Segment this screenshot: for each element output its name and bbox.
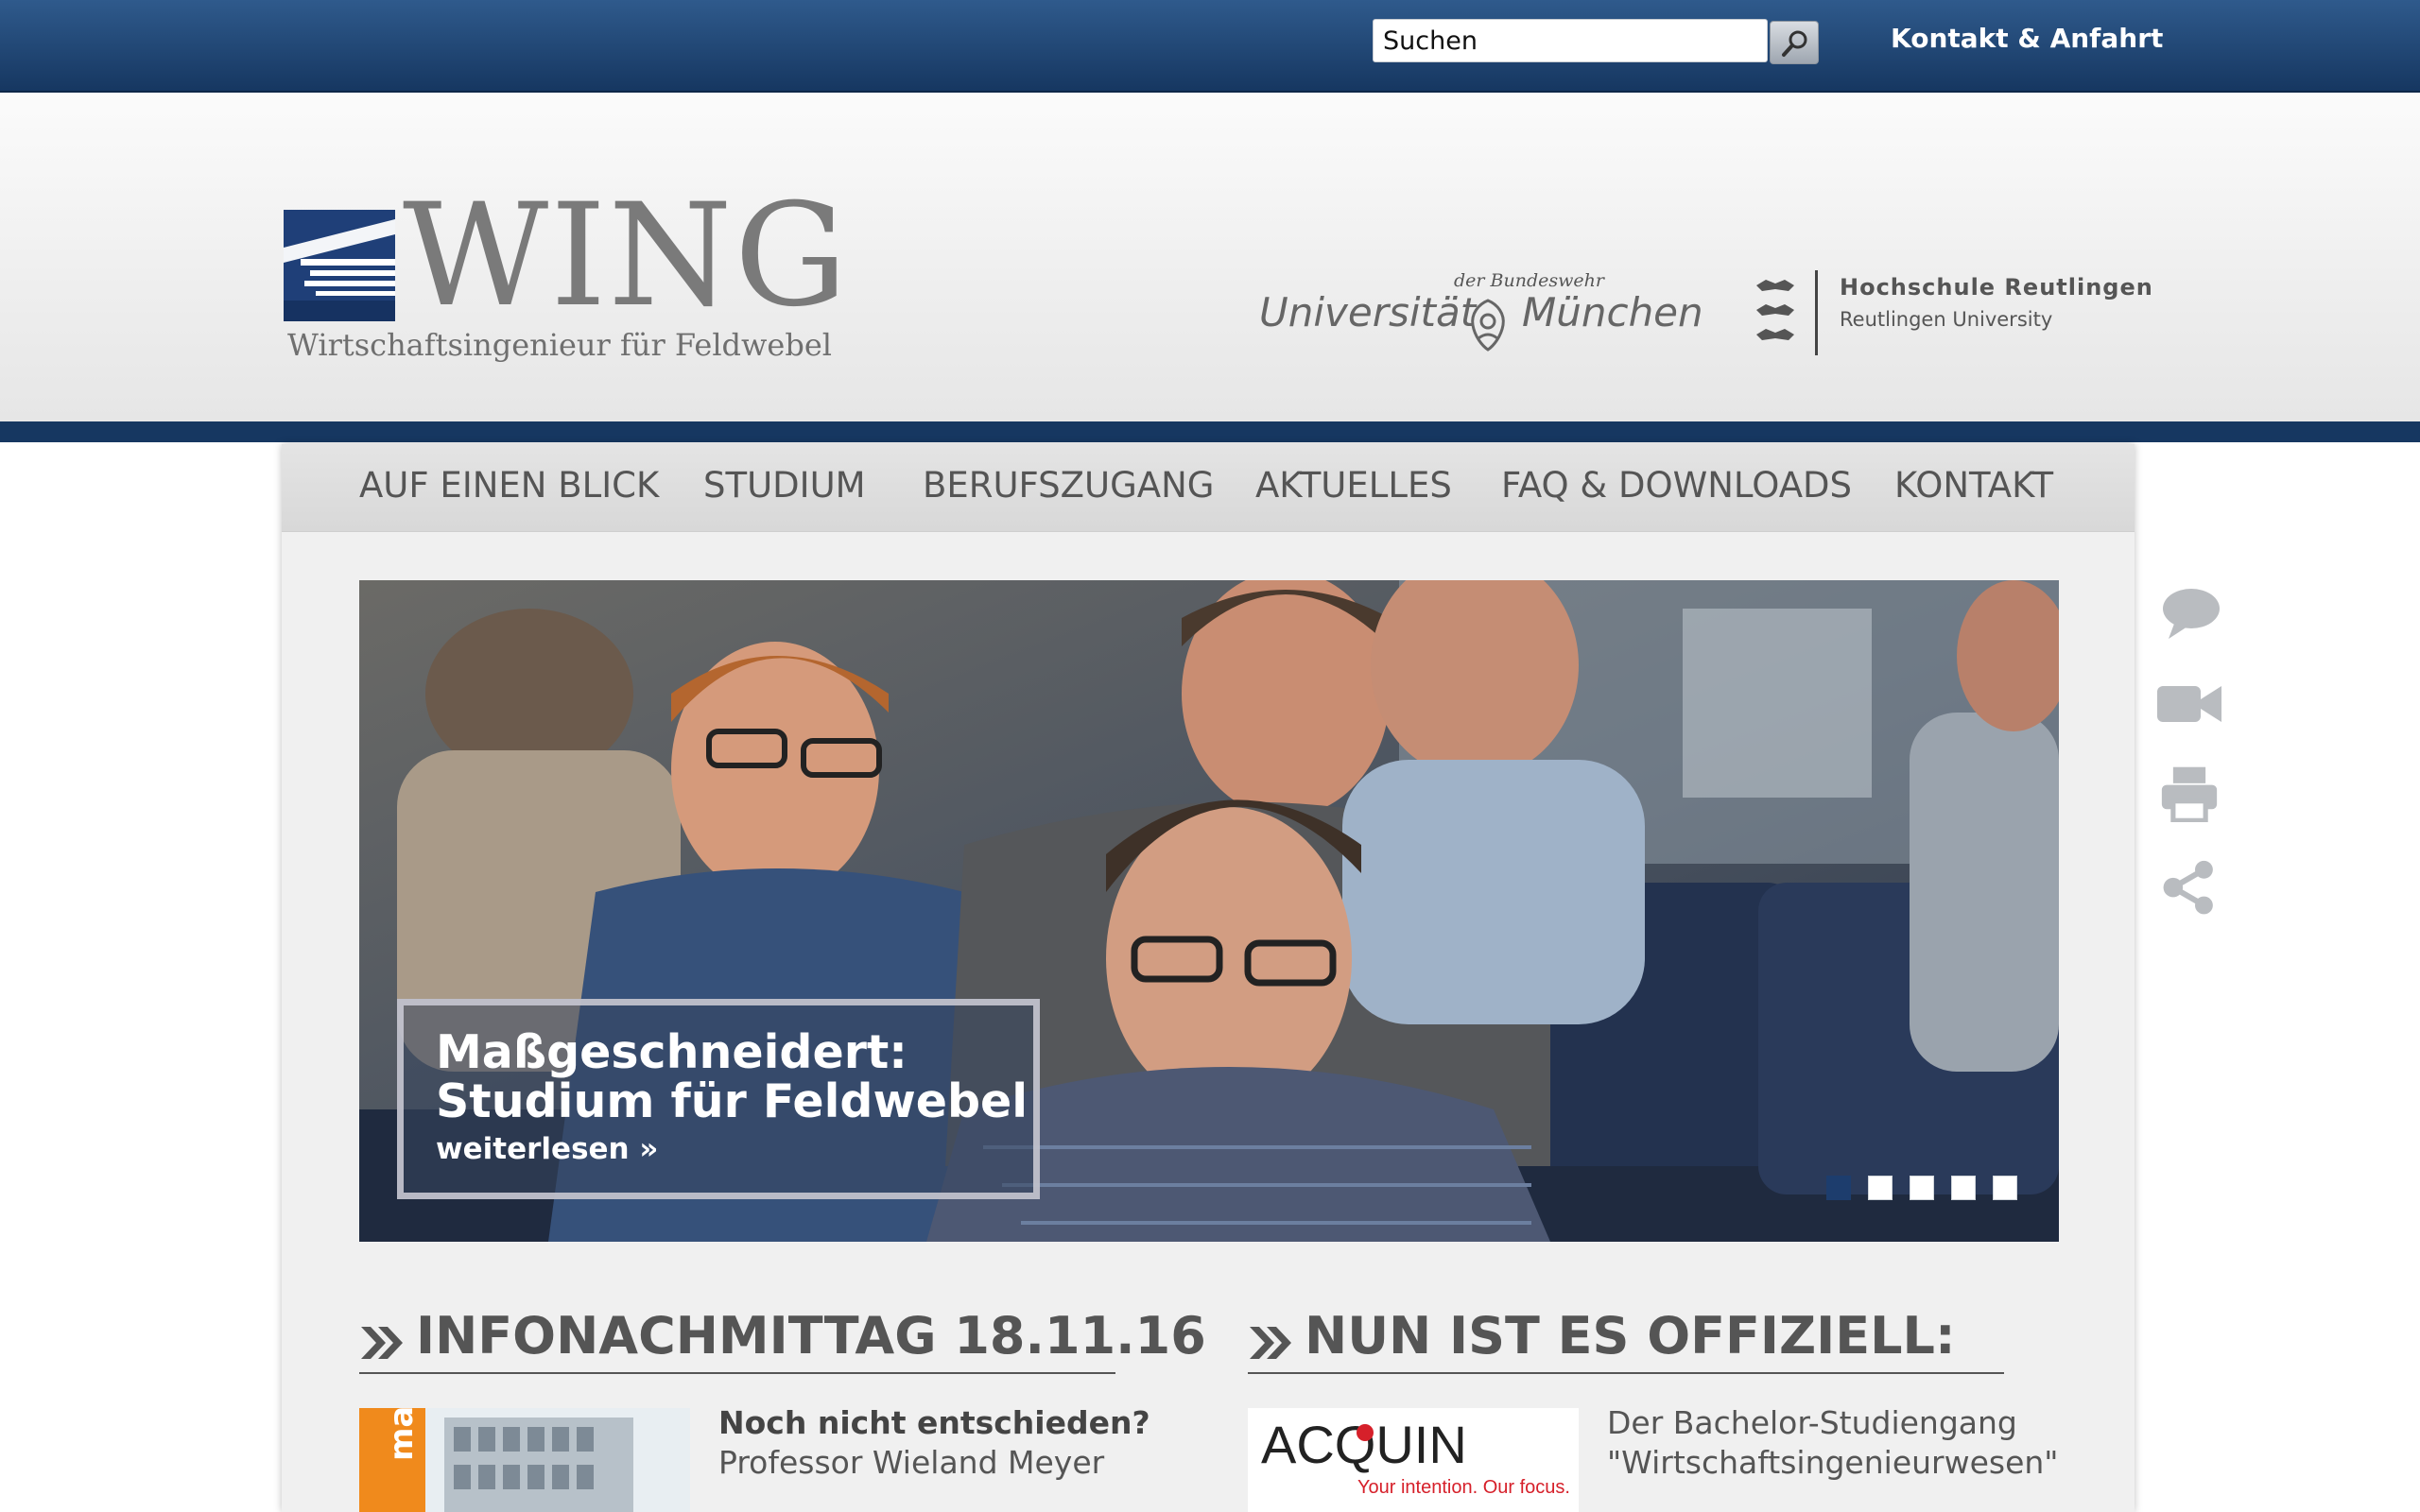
search-form <box>1373 19 1819 66</box>
slider-dot[interactable] <box>1826 1176 1851 1200</box>
unibw-logo[interactable]: der Bundeswehr Universität München <box>1257 266 1703 361</box>
hsrt-subtitle: Reutlingen University <box>1840 308 2053 331</box>
wing-flag-icon <box>284 210 395 321</box>
max-sign: max <box>383 1408 421 1461</box>
news-heading: NUN IST ES OFFIZIELL: <box>1248 1306 2004 1374</box>
news-thumbnail[interactable]: max <box>359 1408 690 1512</box>
double-chevron-icon <box>1250 1327 1291 1359</box>
main-nav: AUF EINEN BLICK STUDIUM BERUFSZUGANG AKT… <box>282 444 2135 532</box>
slider-dot[interactable] <box>1951 1176 1976 1200</box>
read-more-link[interactable]: weiterlesen » <box>436 1132 658 1166</box>
top-bar: Kontakt & Anfahrt <box>0 0 2420 93</box>
news-text: Professor Wieland Meyer <box>718 1444 1105 1481</box>
slide-caption: Maßgeschneidert: Studium für Feldwebel w… <box>397 999 1040 1199</box>
wing-logo[interactable]: WING Wirtschaftsingenieur für Feldwebel <box>284 185 848 369</box>
news-text-line2: "Wirtschaftsingenieurwesen" <box>1607 1444 2059 1481</box>
acquin-tagline: Your intention. Our focus. <box>1357 1477 1570 1498</box>
nav-aktuelles[interactable]: AKTUELLES <box>1255 465 1452 506</box>
hsrt-name: Hochschule Reutlingen <box>1840 274 2153 301</box>
printer-icon[interactable] <box>2155 765 2223 822</box>
magnifier-icon <box>1782 30 1807 57</box>
contact-directions-link[interactable]: Kontakt & Anfahrt <box>1891 23 2163 54</box>
hero-slider[interactable]: Maßgeschneidert: Studium für Feldwebel w… <box>359 580 2059 1242</box>
acquin-logo: ACQUIN Your intention. Our focus. <box>1248 1408 1579 1512</box>
building-photo: max <box>359 1408 690 1512</box>
news-subheading: Noch nicht entschieden? <box>718 1404 1150 1441</box>
nav-studium[interactable]: STUDIUM <box>703 465 866 506</box>
nav-berufszugang[interactable]: BERUFSZUGANG <box>923 465 1214 506</box>
share-icon[interactable] <box>2155 860 2223 917</box>
slider-dot[interactable] <box>1868 1176 1893 1200</box>
lions-crest-icon <box>1756 280 1794 340</box>
nav-kontakt[interactable]: KONTAKT <box>1894 465 2053 506</box>
search-input[interactable] <box>1373 19 1768 62</box>
unibw-crest-icon <box>1471 299 1505 352</box>
slider-dot[interactable] <box>1910 1176 1934 1200</box>
unibw-word-left: Universität <box>1259 289 1477 335</box>
news-text-line1: Der Bachelor-Studiengang <box>1607 1404 2017 1441</box>
hochschule-reutlingen-logo[interactable]: Hochschule Reutlingen Reutlingen Univers… <box>1749 270 2152 365</box>
unibw-word-right: München <box>1522 289 1703 335</box>
header-band <box>0 421 2420 442</box>
slider-dot[interactable] <box>1993 1176 2017 1200</box>
main-content: AUF EINEN BLICK STUDIUM BERUFSZUGANG AKT… <box>282 444 2135 1512</box>
slide-title-line2: Studium für Feldwebel <box>436 1074 1028 1128</box>
news-title[interactable]: INFONACHMITTAG 18.11.16 <box>416 1306 1206 1366</box>
double-chevron-icon <box>361 1327 403 1359</box>
speech-bubble-icon[interactable] <box>2155 586 2223 643</box>
news-heading: INFONACHMITTAG 18.11.16 <box>359 1306 1206 1374</box>
logo-divider <box>1815 270 1818 355</box>
slide-title-line1: Maßgeschneidert: <box>436 1025 908 1079</box>
nav-faq-downloads[interactable]: FAQ & DOWNLOADS <box>1501 465 1852 506</box>
video-camera-icon[interactable] <box>2155 677 2223 733</box>
unibw-small-text: der Bundeswehr <box>1454 270 1604 291</box>
logo-subtitle: Wirtschaftsingenieur für Feldwebel <box>287 327 833 363</box>
news-title[interactable]: NUN IST ES OFFIZIELL: <box>1305 1306 1956 1366</box>
acquin-logo-thumbnail[interactable]: ACQUIN Your intention. Our focus. <box>1248 1408 1579 1512</box>
nav-auf-einen-blick[interactable]: AUF EINEN BLICK <box>359 465 659 506</box>
search-button[interactable] <box>1770 21 1819 64</box>
acquin-wordmark: ACQUIN <box>1261 1415 1467 1474</box>
logo-wordmark: WING <box>403 174 850 338</box>
